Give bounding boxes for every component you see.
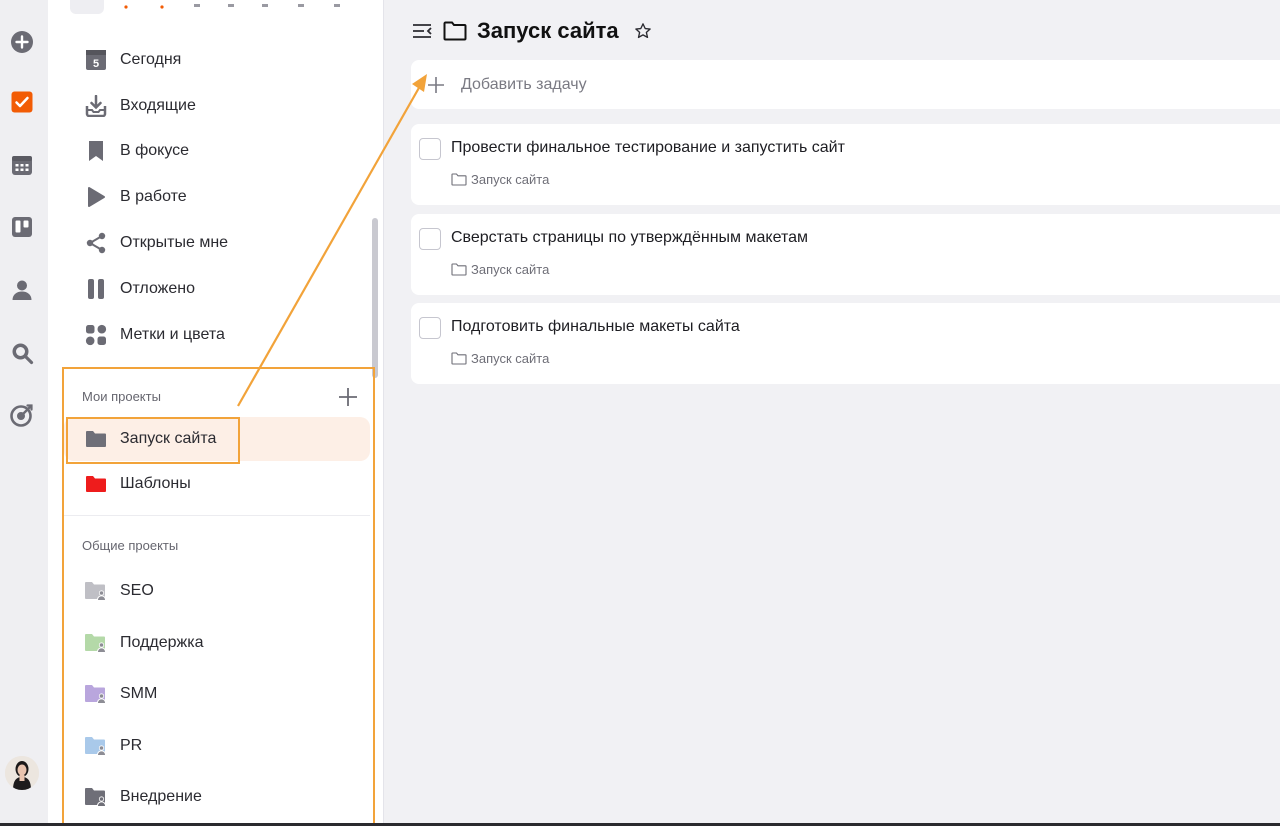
top-toolbar-fragment	[124, 4, 340, 9]
task-card[interactable]: Подготовить финальные макеты сайта Запус…	[411, 303, 1280, 384]
user-avatar[interactable]	[5, 756, 39, 790]
task-title: Подготовить финальные макеты сайта	[451, 318, 740, 335]
plus-icon	[425, 74, 447, 96]
page-header: Запуск сайта	[411, 14, 653, 48]
target-icon[interactable]	[9, 402, 35, 428]
nav-label-shared-with-me: Открытые мне	[120, 234, 229, 251]
page-title: Запуск сайта	[477, 18, 619, 43]
task-project-label: Запуск сайта	[471, 172, 550, 187]
task-project[interactable]: Запуск сайта	[451, 351, 549, 366]
nav-item-in-progress[interactable]: В работе	[64, 177, 370, 217]
nav-label-in-progress: В работе	[120, 188, 187, 205]
plus-circle-icon[interactable]	[9, 29, 35, 55]
favorite-button[interactable]	[633, 21, 653, 41]
bookmark-icon	[84, 139, 108, 163]
task-project-label: Запуск сайта	[471, 351, 550, 366]
nav-label-postponed: Отложено	[120, 280, 195, 297]
folder-outline-icon	[451, 352, 467, 366]
calendar-icon[interactable]	[9, 152, 35, 178]
person-icon[interactable]	[9, 277, 35, 303]
annotation-box-active-project	[66, 417, 240, 464]
nav-label-focus: В фокусе	[120, 142, 190, 159]
task-project[interactable]: Запуск сайта	[451, 172, 549, 187]
task-card[interactable]: Сверстать страницы по утверждённым макет…	[411, 214, 1280, 295]
nav-label-tags: Метки и цвета	[120, 326, 225, 343]
folder-outline-icon	[443, 19, 467, 43]
search-icon[interactable]	[9, 340, 35, 366]
folder-outline-icon	[451, 173, 467, 187]
icon-rail	[0, 0, 48, 826]
task-title: Сверстать страницы по утверждённым макет…	[451, 229, 808, 246]
nav-item-today[interactable]: 5 Сегодня	[64, 40, 370, 80]
task-title: Провести финальное тестирование и запуст…	[451, 139, 845, 156]
pause-icon	[84, 277, 108, 301]
collapse-sidebar-button[interactable]	[411, 20, 433, 42]
svg-text:5: 5	[93, 58, 99, 70]
nav-item-tags[interactable]: Метки и цвета	[64, 315, 370, 355]
nav-item-focus[interactable]: В фокусе	[64, 131, 370, 171]
star-icon	[634, 23, 651, 39]
task-checkbox[interactable]	[419, 317, 441, 339]
task-checkbox[interactable]	[419, 228, 441, 250]
share-icon	[84, 231, 108, 255]
collapse-menu-icon	[413, 24, 432, 38]
kanban-board-icon[interactable]	[9, 214, 35, 240]
nav-item-inbox[interactable]: Входящие	[64, 86, 370, 126]
inbox-icon	[84, 94, 108, 118]
workspace-switcher[interactable]	[70, 0, 104, 14]
nav-item-shared-with-me[interactable]: Открытые мне	[64, 223, 370, 263]
calendar-day-icon: 5	[84, 48, 108, 72]
tags-grid-icon	[84, 323, 108, 347]
add-task-row[interactable]: Добавить задачу	[411, 60, 1280, 109]
play-icon	[84, 185, 108, 209]
nav-item-postponed[interactable]: Отложено	[64, 269, 370, 309]
task-project[interactable]: Запуск сайта	[451, 262, 549, 277]
nav-label-today: Сегодня	[120, 51, 182, 68]
nav-label-inbox: Входящие	[120, 97, 196, 114]
task-checkbox[interactable]	[419, 138, 441, 160]
sidebar-scrollbar[interactable]	[372, 218, 378, 378]
add-task-label: Добавить задачу	[461, 75, 587, 93]
main-content: Запуск сайта Добавить задачу Провести фи…	[385, 0, 1280, 826]
tasks-check-icon[interactable]	[9, 89, 35, 115]
task-project-label: Запуск сайта	[471, 262, 550, 277]
task-card[interactable]: Провести финальное тестирование и запуст…	[411, 124, 1280, 205]
folder-outline-icon	[451, 263, 467, 277]
